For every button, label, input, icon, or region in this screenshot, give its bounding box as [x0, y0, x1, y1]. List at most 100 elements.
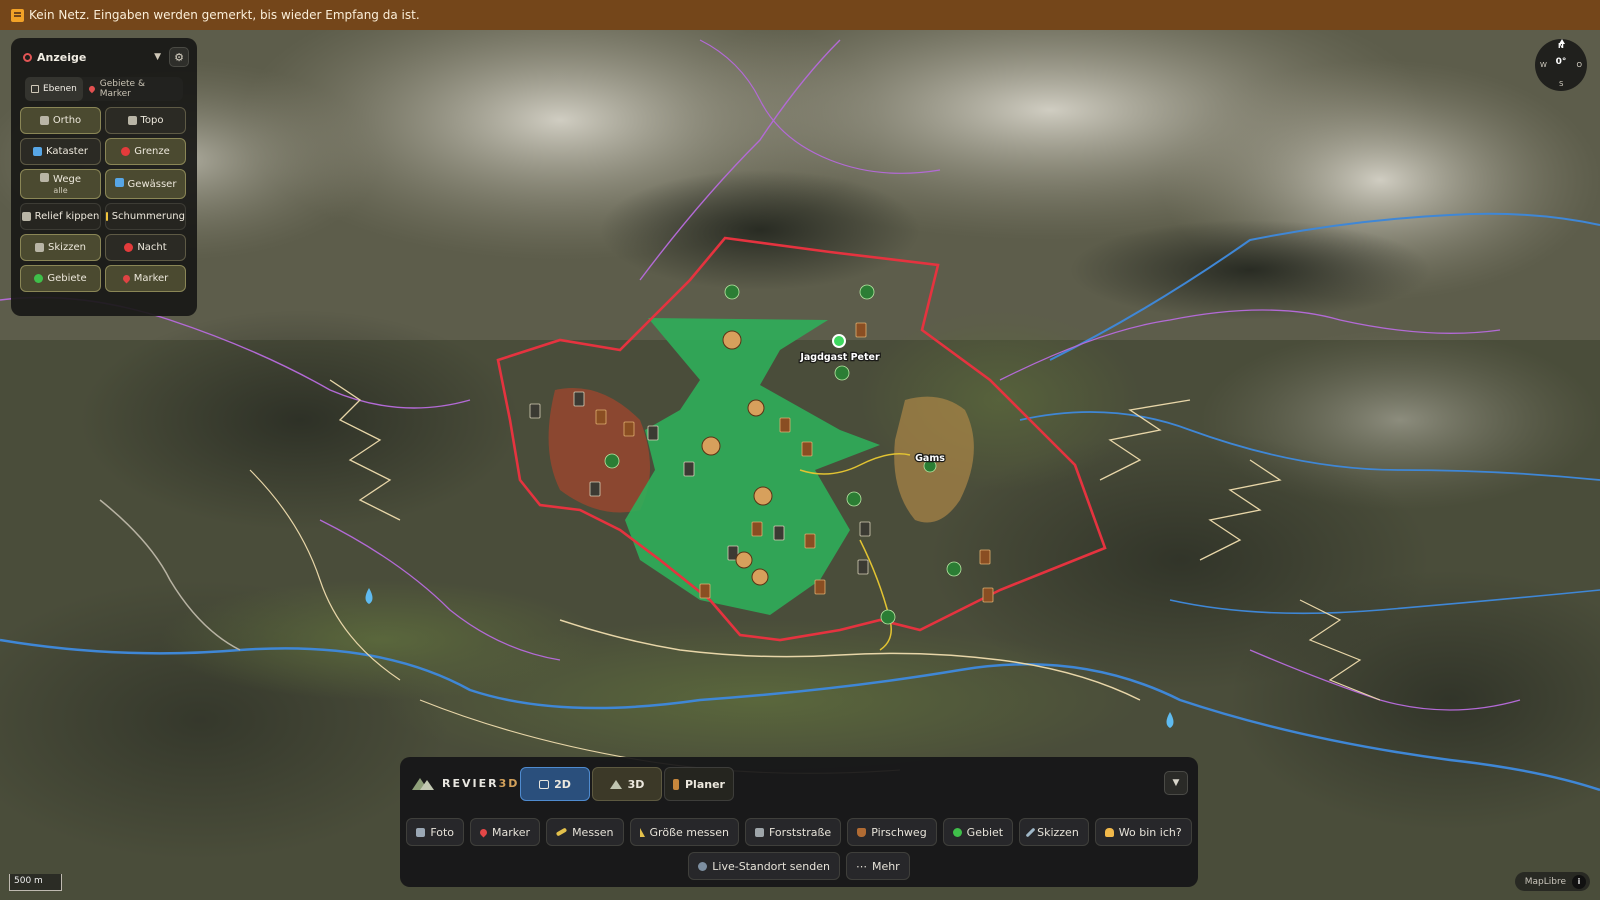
map-attribution: MapLibre i — [1514, 872, 1590, 891]
messen-button[interactable]: Messen — [546, 818, 624, 846]
planer-label: Planer — [685, 777, 725, 791]
scale-bar: 500 m — [9, 874, 62, 891]
mountain-logo-icon — [412, 776, 434, 790]
layer-marker-button[interactable]: Marker — [105, 265, 186, 292]
layer-kataster-label: Kataster — [46, 146, 88, 157]
foto-button[interactable]: Foto — [406, 818, 465, 846]
forststrasse-label: Forststraße — [768, 825, 832, 839]
satellite-icon — [39, 116, 49, 125]
layer-ortho-label: Ortho — [52, 115, 82, 126]
view-2d-button[interactable]: 2D — [520, 767, 590, 801]
shade-icon — [106, 212, 108, 221]
red-circle-icon — [121, 147, 131, 156]
hunter-icon — [673, 778, 679, 790]
layer-gewaesser-label: Gewässer — [127, 179, 177, 190]
layer-topo-button[interactable]: Topo — [105, 107, 186, 134]
layer-topo-label: Topo — [140, 115, 164, 126]
action-row-2: Live-Standort senden ⋯ Mehr — [400, 852, 1198, 880]
boot-icon — [857, 827, 867, 837]
relief-tilt-button[interactable]: Relief kippen — [20, 203, 101, 230]
layer-gebiete-button[interactable]: Gebiete — [20, 265, 101, 292]
collapse-toolbar-button[interactable]: ▼ — [1164, 771, 1188, 795]
path-icon — [40, 172, 50, 182]
grid-icon — [33, 147, 43, 156]
warning-icon — [11, 8, 24, 22]
skizzen-button[interactable]: Skizzen — [1019, 818, 1089, 846]
panel-header: Anzeige ▼ ⚙ — [19, 46, 189, 68]
groesse-messen-button[interactable]: Größe messen — [629, 818, 739, 846]
guest-label: Jagdgast Peter — [799, 352, 880, 363]
road-icon — [754, 827, 764, 837]
gebiet-label: Gebiet — [966, 825, 1004, 839]
hillshade-label: Schummerung — [111, 211, 185, 222]
compass-east: O — [1576, 61, 1582, 69]
triangle-ruler-icon — [639, 827, 645, 837]
foto-label: Foto — [430, 825, 455, 839]
live-standort-label: Live-Standort senden — [712, 859, 830, 873]
layer-nacht-label: Nacht — [137, 242, 167, 253]
raised-hand-icon — [1104, 827, 1114, 837]
gebiet-button[interactable]: Gebiet — [942, 818, 1014, 846]
offline-banner: Kein Netz. Eingaben werden gemerkt, bis … — [0, 0, 1600, 30]
offline-banner-text: Kein Netz. Eingaben werden gemerkt, bis … — [29, 8, 420, 22]
layer-skizzen-label: Skizzen — [48, 242, 86, 253]
wo-bin-ich-button[interactable]: Wo bin ich? — [1094, 818, 1192, 846]
ruler-icon — [555, 827, 568, 837]
pirschweg-label: Pirschweg — [871, 825, 927, 839]
mehr-button[interactable]: ⋯ Mehr — [845, 852, 910, 880]
more-dots-icon: ⋯ — [855, 859, 867, 873]
wo-bin-ich-label: Wo bin ich? — [1118, 825, 1182, 839]
layer-wege-button[interactable]: Wege alle — [20, 169, 101, 199]
marker-button[interactable]: Marker — [470, 818, 541, 846]
pin-icon — [121, 273, 132, 284]
brand-accent: 3D — [498, 776, 520, 790]
tab-gebiete-marker-label: Gebiete & Marker — [99, 79, 145, 99]
compass-west: W — [1540, 61, 1547, 69]
green-circle-icon — [34, 274, 44, 283]
brand-logo: REVIER 3D — [412, 770, 519, 796]
marker-label: Marker — [492, 825, 531, 839]
attribution-text: MapLibre — [1524, 876, 1566, 887]
view-3d-button[interactable]: 3D — [592, 767, 662, 801]
display-icon — [23, 52, 32, 62]
red-circle-icon — [124, 243, 134, 252]
pencil-icon — [1025, 827, 1036, 837]
mountain-icon — [21, 212, 31, 221]
hillshade-button[interactable]: Schummerung — [105, 203, 186, 230]
panel-tabs: Ebenen Gebiete & Marker — [25, 77, 183, 101]
view-3d-label: 3D — [627, 777, 645, 791]
skizzen-label: Skizzen — [1037, 825, 1079, 839]
mehr-label: Mehr — [871, 859, 900, 873]
relief-tilt-label: Relief kippen — [34, 211, 100, 222]
panel-title: Anzeige — [37, 50, 87, 64]
layer-skizzen-button[interactable]: Skizzen — [20, 234, 101, 261]
live-standort-button[interactable]: Live-Standort senden — [688, 852, 840, 880]
tab-ebenen[interactable]: Ebenen — [25, 77, 83, 101]
info-icon[interactable]: i — [1572, 874, 1586, 889]
layer-grenze-label: Grenze — [134, 146, 170, 157]
action-row-1: Foto Marker Messen Größe messen Forststr… — [400, 818, 1198, 846]
layer-kataster-button[interactable]: Kataster — [20, 138, 101, 165]
brand-text: REVIER — [442, 776, 499, 790]
compass[interactable]: N 0° W O S — [1535, 39, 1587, 91]
groesse-messen-label: Größe messen — [649, 825, 729, 839]
gams-label: Gams — [915, 453, 945, 464]
layer-gewaesser-button[interactable]: Gewässer — [105, 169, 186, 199]
chevron-down-icon[interactable]: ▼ — [154, 52, 161, 62]
pirschweg-button[interactable]: Pirschweg — [847, 818, 937, 846]
planer-button[interactable]: Planer — [664, 767, 734, 801]
gear-icon[interactable]: ⚙ — [169, 47, 189, 67]
messen-label: Messen — [572, 825, 614, 839]
layer-nacht-button[interactable]: Nacht — [105, 234, 186, 261]
layers-icon — [31, 85, 39, 93]
layer-ortho-button[interactable]: Ortho — [20, 107, 101, 134]
mountain-icon — [609, 779, 622, 789]
green-circle-icon — [952, 827, 962, 837]
bottom-toolbar: REVIER 3D 2D 3D Planer ▼ Foto Marker Mess… — [400, 757, 1198, 887]
forststrasse-button[interactable]: Forststraße — [744, 818, 842, 846]
map-icon — [127, 116, 137, 125]
tab-gebiete-marker[interactable]: Gebiete & Marker — [83, 77, 183, 101]
satellite-dish-icon — [698, 861, 708, 871]
layer-grenze-button[interactable]: Grenze — [105, 138, 186, 165]
display-panel: Anzeige ▼ ⚙ Ebenen Gebiete & Marker Orth… — [11, 38, 197, 316]
